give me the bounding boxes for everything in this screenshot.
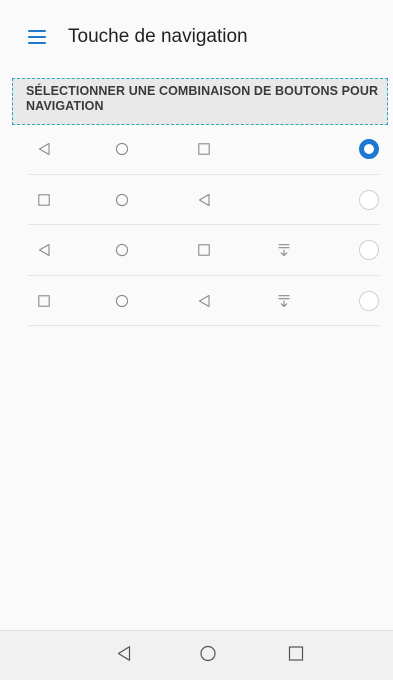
notification-pull-icon — [278, 294, 290, 307]
system-navigation-bar — [0, 630, 393, 680]
page-title: Touche de navigation — [68, 26, 248, 47]
navigation-option-4[interactable] — [0, 276, 393, 327]
app-bar: Touche de navigation — [0, 0, 393, 74]
navigation-option-1[interactable] — [0, 124, 393, 175]
back-icon[interactable] — [117, 645, 131, 666]
home-icon — [115, 193, 129, 206]
recent-apps-icon — [198, 244, 210, 256]
hamburger-menu-icon[interactable] — [28, 30, 46, 44]
option-radio[interactable] — [359, 240, 379, 261]
home-icon[interactable] — [200, 645, 216, 666]
option-radio[interactable] — [359, 189, 379, 210]
back-icon — [198, 294, 210, 307]
back-icon — [38, 244, 50, 257]
home-icon — [115, 143, 129, 156]
navigation-options-list — [0, 124, 393, 326]
section-header-label: SÉLECTIONNER UNE COMBINAISON DE BOUTONS … — [26, 84, 379, 113]
recent-apps-icon — [198, 143, 210, 155]
recent-apps-icon[interactable] — [288, 645, 304, 666]
section-header: SÉLECTIONNER UNE COMBINAISON DE BOUTONS … — [12, 78, 388, 125]
notification-pull-icon — [278, 244, 290, 257]
home-icon — [115, 244, 129, 257]
back-icon — [198, 193, 210, 206]
navigation-option-3[interactable] — [0, 225, 393, 276]
option-radio[interactable] — [359, 290, 379, 311]
home-icon — [115, 294, 129, 307]
back-icon — [38, 143, 50, 156]
option-radio-selected[interactable] — [359, 139, 379, 160]
recent-apps-icon — [38, 295, 50, 307]
navigation-option-2[interactable] — [0, 175, 393, 226]
recent-apps-icon — [38, 194, 50, 206]
